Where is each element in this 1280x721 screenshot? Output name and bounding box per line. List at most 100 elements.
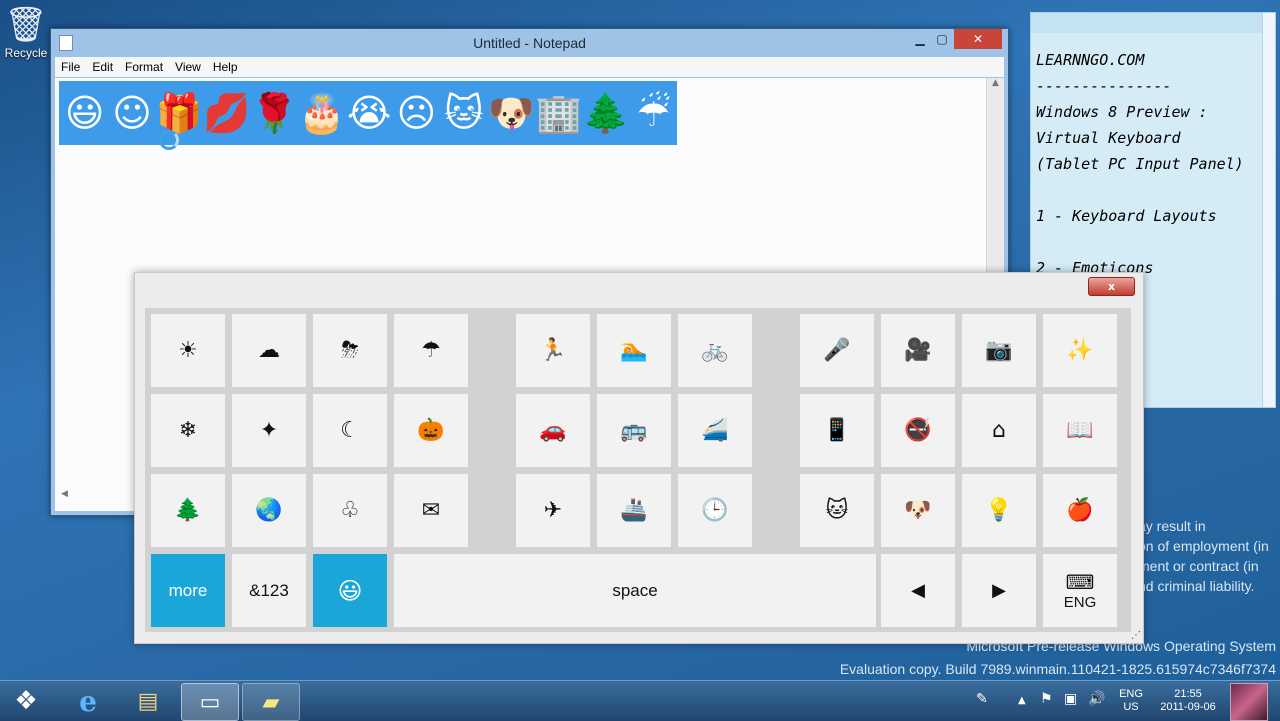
emoticon-tree: 🌲 <box>582 91 630 135</box>
network-icon[interactable]: ▣ <box>1064 691 1077 707</box>
key-bicycle[interactable]: 🚲 <box>678 314 752 387</box>
file-explorer-icon[interactable]: ▤ <box>120 683 176 719</box>
key-moon[interactable]: ☾ <box>313 394 387 467</box>
sticky-line-blank <box>1036 177 1244 203</box>
sticky-line-subtopic: (Tablet PC Input Panel) <box>1036 155 1244 173</box>
clock-date: 2011-09-06 <box>1160 701 1216 713</box>
sticky-line-topic: Virtual Keyboard <box>1036 129 1181 147</box>
key-pumpkin[interactable]: 🎃 <box>394 394 468 467</box>
close-button[interactable]: ✕ <box>954 29 1002 49</box>
key-storm[interactable]: ⛈ <box>313 314 387 387</box>
key-globe[interactable]: 🌏 <box>232 474 306 547</box>
key-camera[interactable]: 📷 <box>962 314 1036 387</box>
system-clock[interactable]: 21:55 2011-09-06 <box>1152 688 1224 714</box>
space-bar[interactable]: space <box>394 554 876 627</box>
emoticon-cat: 🐱 <box>444 91 484 135</box>
key-microphone[interactable]: 🎤 <box>800 314 874 387</box>
key-train[interactable]: 🚄 <box>678 394 752 467</box>
emoticons-toggle-button[interactable]: 😃 <box>313 554 387 627</box>
resize-grip-icon[interactable]: ⋰ <box>1131 630 1141 641</box>
key-airplane[interactable]: ✈ <box>516 474 590 547</box>
menu-edit[interactable]: Edit <box>86 57 119 74</box>
internet-explorer-icon[interactable]: e <box>60 683 116 719</box>
emoticon-cry: 😭 <box>346 91 392 135</box>
emoticon-cake: 🎂 <box>297 91 346 135</box>
key-runner[interactable]: 🏃 <box>516 314 590 387</box>
key-no-smoking[interactable]: 🚭 <box>881 394 955 467</box>
key-sun[interactable]: ☀ <box>151 314 225 387</box>
recycle-bin-label: Recycle <box>4 46 48 60</box>
notepad-taskbar-icon[interactable]: ▭ <box>181 683 239 721</box>
numbers-symbols-button[interactable]: &123 <box>232 554 306 627</box>
keyboard-close-button[interactable]: x <box>1088 277 1135 296</box>
menu-help[interactable]: Help <box>207 57 244 74</box>
sticky-line-heading: Windows 8 Preview : <box>1036 103 1208 121</box>
touch-keyboard: x ☀ ☁ ⛈ ☂ 🏃 🏊 🚲 🎤 🎥 📷 ✨ ❄ ✦ ☾ 🎃 🚗 🚌 🚄 📱 … <box>134 272 1144 644</box>
scroll-up-icon[interactable]: ▲ <box>987 78 1004 88</box>
menu-format[interactable]: Format <box>119 57 169 74</box>
language-code: ENG <box>1119 688 1143 700</box>
sticky-notes-taskbar-icon[interactable]: ▰ <box>242 683 300 721</box>
language-label: ENG <box>1063 594 1097 611</box>
minimize-button[interactable]: ▁ <box>909 29 931 49</box>
volume-icon[interactable]: 🔊 <box>1088 691 1105 707</box>
sticky-line-blank-2 <box>1036 229 1244 255</box>
input-panel-tray-icon[interactable]: ✎ <box>976 691 988 707</box>
key-clock[interactable]: 🕒 <box>678 474 752 547</box>
key-umbrella[interactable]: ☂ <box>394 314 468 387</box>
sticky-line-item-1: 1 - Keyboard Layouts <box>1036 207 1217 225</box>
language-indicator[interactable]: ENG US <box>1118 688 1144 714</box>
key-ship[interactable]: 🚢 <box>597 474 671 547</box>
key-car[interactable]: 🚗 <box>516 394 590 467</box>
key-house[interactable]: ⌂ <box>962 394 1036 467</box>
left-arrow-key[interactable]: ◀ <box>881 554 955 627</box>
key-mobile-phone[interactable]: 📱 <box>800 394 874 467</box>
key-dog[interactable]: 🐶 <box>881 474 955 547</box>
key-cloud[interactable]: ☁ <box>232 314 306 387</box>
emoticon-umbrella: ☔ <box>636 91 671 135</box>
emoticon-grin: 😃 <box>64 91 105 135</box>
user-avatar[interactable] <box>1230 683 1268 721</box>
recycle-bin[interactable]: 🗑 Recycle <box>2 4 50 60</box>
sticky-note-scrollbar[interactable] <box>1262 13 1275 407</box>
clock-time: 21:55 <box>1174 688 1202 700</box>
right-arrow-key[interactable]: ▶ <box>962 554 1036 627</box>
action-center-flag-icon[interactable]: ⚑ <box>1040 691 1053 707</box>
key-snowflake[interactable]: ❄ <box>151 394 225 467</box>
notepad-menubar: File Edit Format View Help <box>55 57 1004 77</box>
sticky-note-header[interactable] <box>1031 13 1275 33</box>
key-stars[interactable]: ✦ <box>232 394 306 467</box>
keyboard-icon: ⌨ <box>1065 570 1095 594</box>
menu-file[interactable]: File <box>55 57 86 74</box>
emoticon-dog: 🐶 <box>487 91 535 135</box>
sticky-note-text[interactable]: LEARNNGO.COM --------------- Windows 8 Pre… <box>1036 47 1244 281</box>
start-button[interactable]: ❖ <box>4 683 48 719</box>
key-clover[interactable]: ♧ <box>313 474 387 547</box>
sticky-line-site: LEARNNGO.COM <box>1036 51 1145 69</box>
scroll-left-icon[interactable]: ◀ <box>61 489 68 499</box>
region-code: US <box>1123 701 1139 713</box>
key-cat[interactable]: 🐱 <box>800 474 874 547</box>
key-apple[interactable]: 🍎 <box>1043 474 1117 547</box>
more-button[interactable]: more <box>151 554 225 627</box>
watermark-legal-text: ay result in on of employment (in ment o… <box>1138 516 1278 596</box>
key-sparkle[interactable]: ✨ <box>1043 314 1117 387</box>
taskbar: ❖ e ▤ ▭ ▰ ✎ ▲ ⚑ ▣ 🔊 ENG US 21:55 2011-09… <box>0 680 1280 721</box>
emoticon-frown: ☹ <box>396 91 437 135</box>
key-book[interactable]: 📖 <box>1043 394 1117 467</box>
key-movie-camera[interactable]: 🎥 <box>881 314 955 387</box>
language-switch-key[interactable]: ⌨ ENG <box>1043 554 1117 627</box>
menu-view[interactable]: View <box>169 57 207 74</box>
notepad-titlebar[interactable]: Untitled - Notepad ▁ ▢ ✕ <box>51 29 1008 57</box>
emoticon-building: 🏢 <box>534 91 583 135</box>
key-bus[interactable]: 🚌 <box>597 394 671 467</box>
watermark-line-1: ay result in <box>1138 518 1206 534</box>
key-tree[interactable]: 🌲 <box>151 474 225 547</box>
maximize-button[interactable]: ▢ <box>931 29 953 49</box>
keyboard-key-area: ☀ ☁ ⛈ ☂ 🏃 🏊 🚲 🎤 🎥 📷 ✨ ❄ ✦ ☾ 🎃 🚗 🚌 🚄 📱 🚭 … <box>145 308 1131 632</box>
key-lightbulb[interactable]: 💡 <box>962 474 1036 547</box>
show-hidden-icons-icon[interactable]: ▲ <box>1018 695 1026 706</box>
key-swimmer[interactable]: 🏊 <box>597 314 671 387</box>
key-letter[interactable]: ✉ <box>394 474 468 547</box>
recycle-bin-icon: 🗑 <box>4 5 48 45</box>
